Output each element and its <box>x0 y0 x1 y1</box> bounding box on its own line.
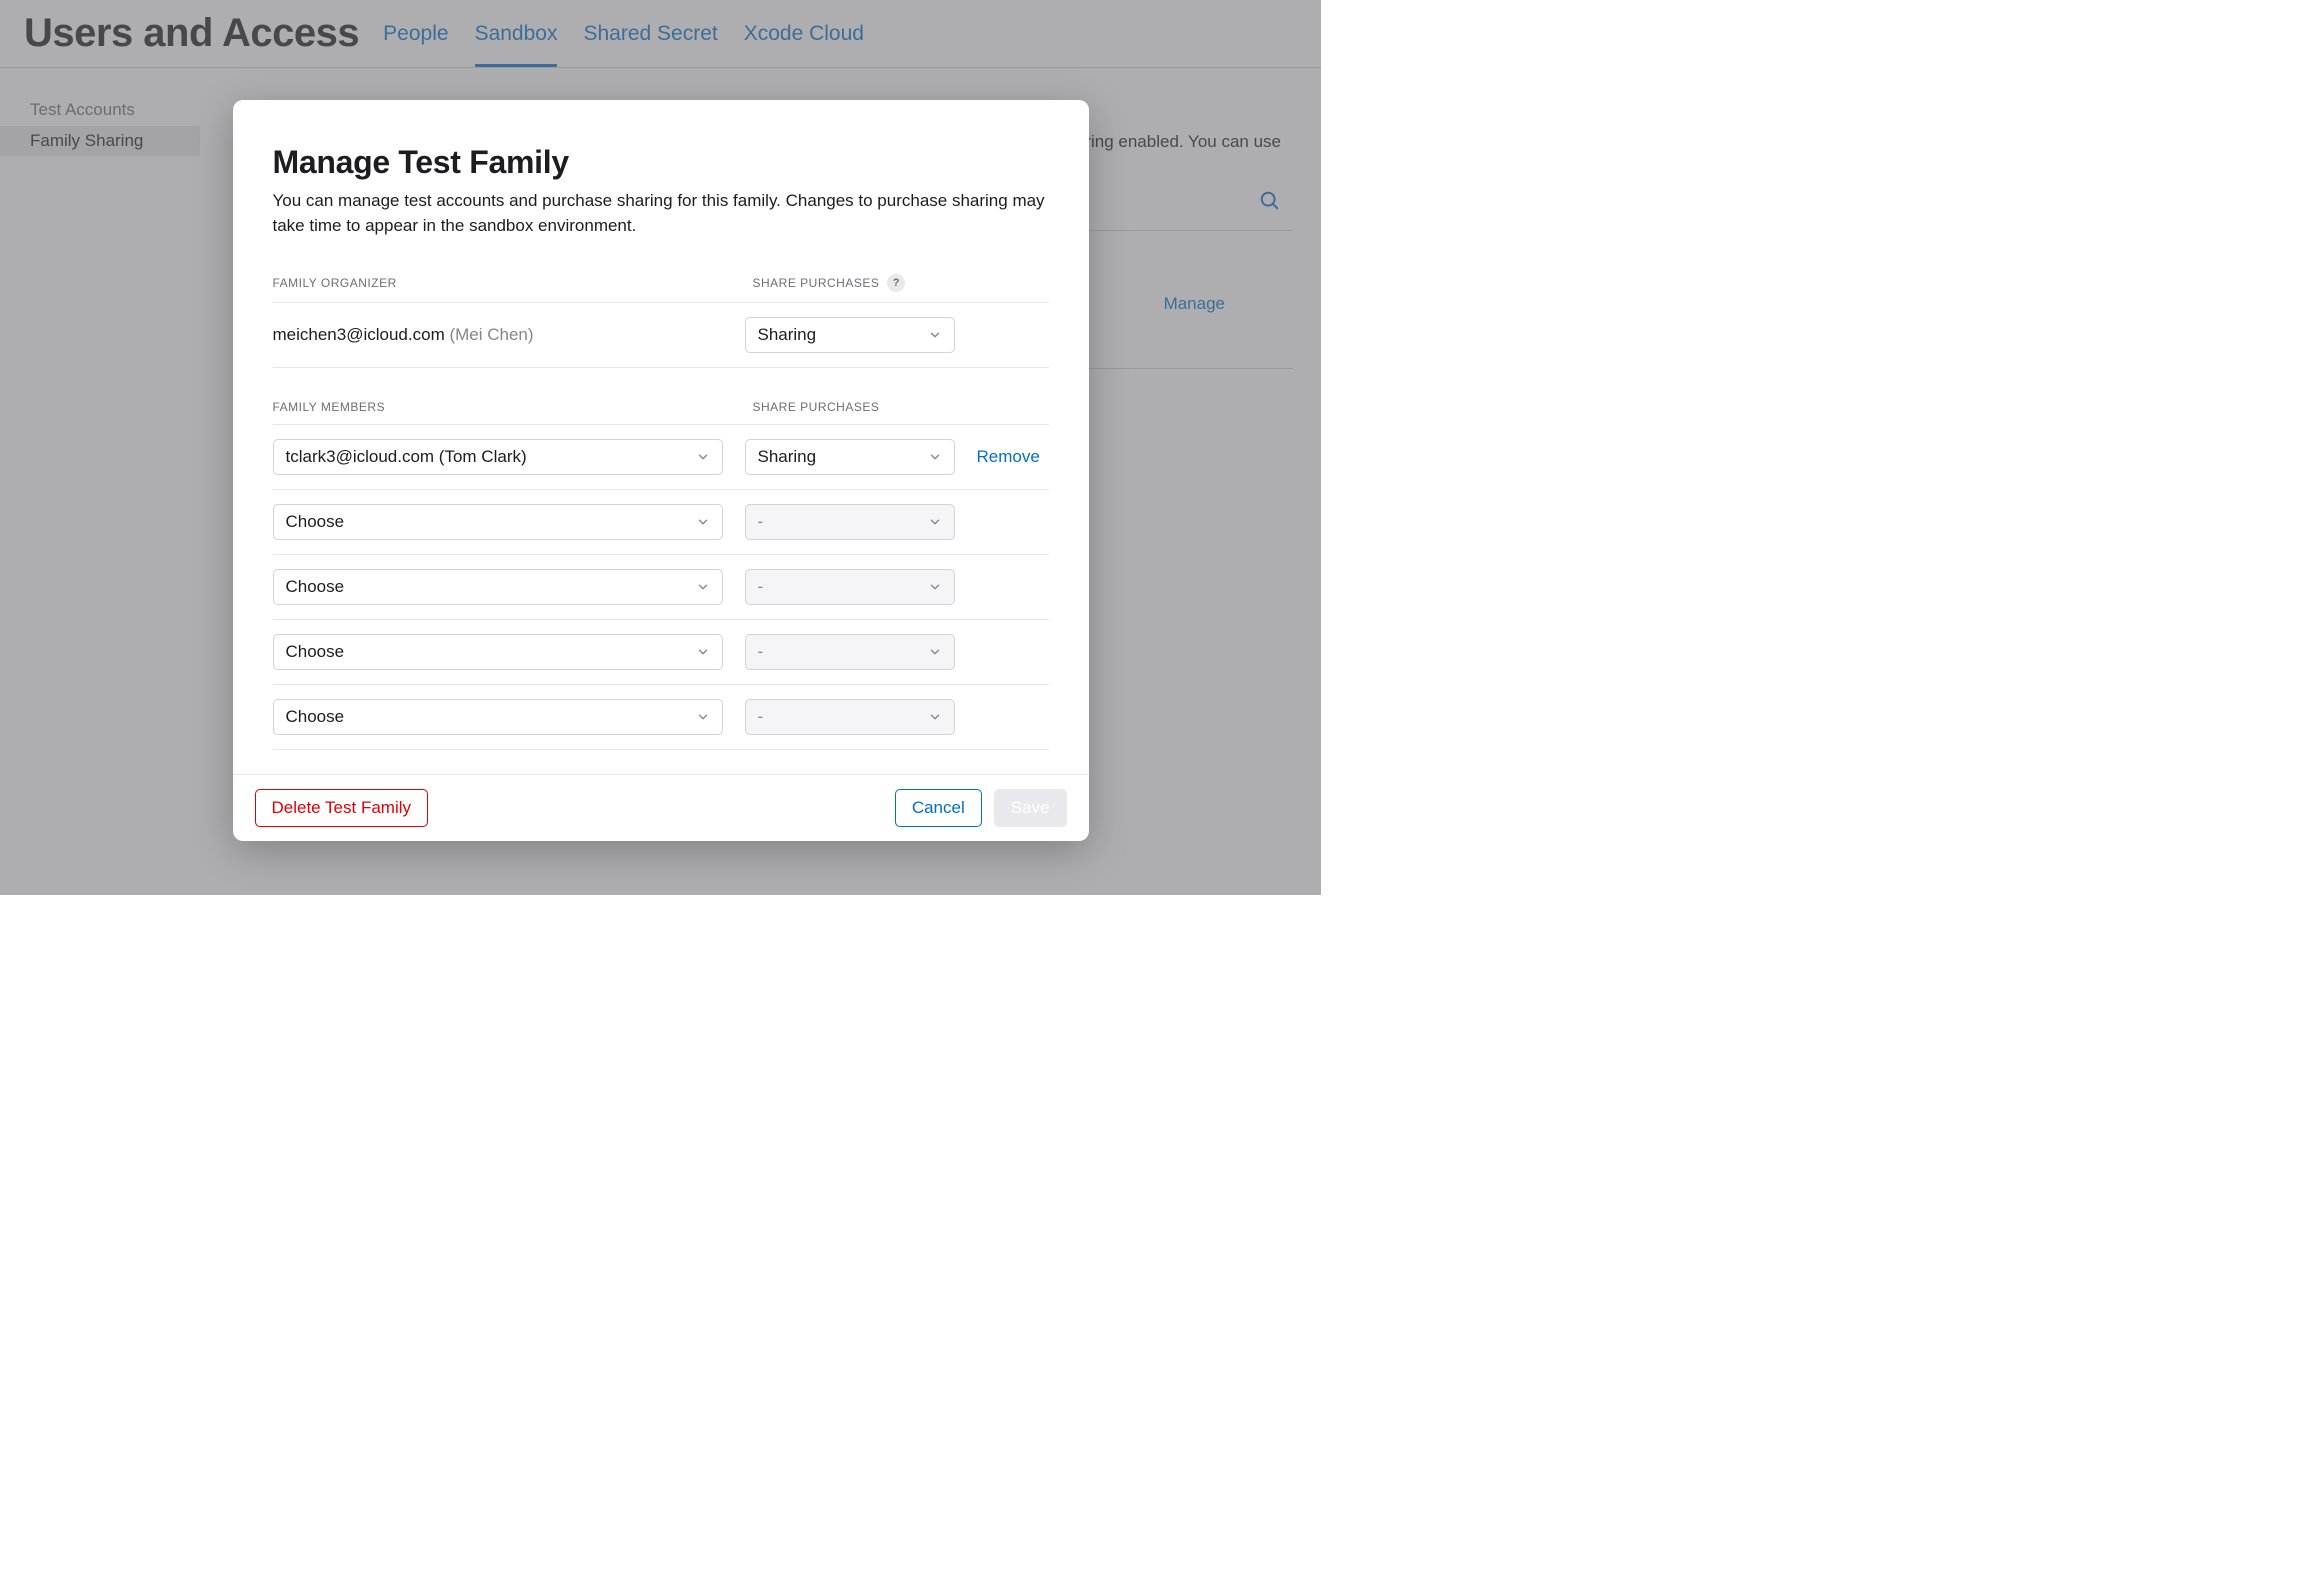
member-sharing-select[interactable]: Sharing <box>745 439 955 475</box>
manage-test-family-modal: Manage Test Family You can manage test a… <box>233 100 1089 841</box>
organizer-sharing-select[interactable]: Sharing <box>745 317 955 353</box>
member-select-value: Choose <box>286 707 345 727</box>
member-row: Choose - <box>273 685 1049 750</box>
member-sharing-value: - <box>758 642 764 662</box>
member-row: Choose - <box>273 620 1049 685</box>
organizer-sharing-value: Sharing <box>758 325 817 345</box>
chevron-down-icon <box>696 580 710 594</box>
chevron-down-icon <box>928 580 942 594</box>
member-select[interactable]: tclark3@icloud.com (Tom Clark) <box>273 439 723 475</box>
organizer-row: meichen3@icloud.com (Mei Chen) Sharing <box>273 303 1049 368</box>
help-icon[interactable]: ? <box>887 274 905 292</box>
chevron-down-icon <box>928 710 942 724</box>
member-sharing-value: - <box>758 707 764 727</box>
chevron-down-icon <box>928 450 942 464</box>
member-select[interactable]: Choose <box>273 504 723 540</box>
member-sharing-value: - <box>758 512 764 532</box>
share-purchases-label: SHARE PURCHASES <box>753 276 880 290</box>
cancel-button[interactable]: Cancel <box>895 789 982 827</box>
chevron-down-icon <box>696 710 710 724</box>
members-section-header: FAMILY MEMBERS SHARE PURCHASES <box>273 400 1049 425</box>
save-button[interactable]: Save <box>994 789 1067 827</box>
family-members-label: FAMILY MEMBERS <box>273 400 745 414</box>
member-select-value: Choose <box>286 577 345 597</box>
chevron-down-icon <box>928 328 942 342</box>
modal-footer: Delete Test Family Cancel Save <box>233 774 1089 841</box>
member-select-value: Choose <box>286 512 345 532</box>
chevron-down-icon <box>696 645 710 659</box>
chevron-down-icon <box>928 515 942 529</box>
member-select[interactable]: Choose <box>273 634 723 670</box>
chevron-down-icon <box>696 450 710 464</box>
member-sharing-value: Sharing <box>758 447 817 467</box>
member-select-value: Choose <box>286 642 345 662</box>
modal-title: Manage Test Family <box>273 144 1049 181</box>
family-organizer-label: FAMILY ORGANIZER <box>273 276 745 290</box>
member-select-value: tclark3@icloud.com (Tom Clark) <box>286 447 527 467</box>
member-sharing-select[interactable]: - <box>745 504 955 540</box>
organizer-section-header: FAMILY ORGANIZER SHARE PURCHASES ? <box>273 274 1049 303</box>
organizer-email: meichen3@icloud.com <box>273 325 445 344</box>
member-select[interactable]: Choose <box>273 569 723 605</box>
modal-overlay: Manage Test Family You can manage test a… <box>0 0 1321 895</box>
member-sharing-select[interactable]: - <box>745 699 955 735</box>
remove-member-link[interactable]: Remove <box>977 447 1040 467</box>
member-row: tclark3@icloud.com (Tom Clark) Sharing R… <box>273 425 1049 490</box>
share-purchases-label-2: SHARE PURCHASES <box>753 400 880 414</box>
chevron-down-icon <box>928 645 942 659</box>
member-row: Choose - <box>273 555 1049 620</box>
member-sharing-value: - <box>758 577 764 597</box>
member-row: Choose - <box>273 490 1049 555</box>
organizer-name: (Mei Chen) <box>449 325 533 344</box>
modal-description: You can manage test accounts and purchas… <box>273 189 1049 238</box>
member-select[interactable]: Choose <box>273 699 723 735</box>
member-sharing-select[interactable]: - <box>745 569 955 605</box>
member-sharing-select[interactable]: - <box>745 634 955 670</box>
delete-test-family-button[interactable]: Delete Test Family <box>255 789 429 827</box>
chevron-down-icon <box>696 515 710 529</box>
